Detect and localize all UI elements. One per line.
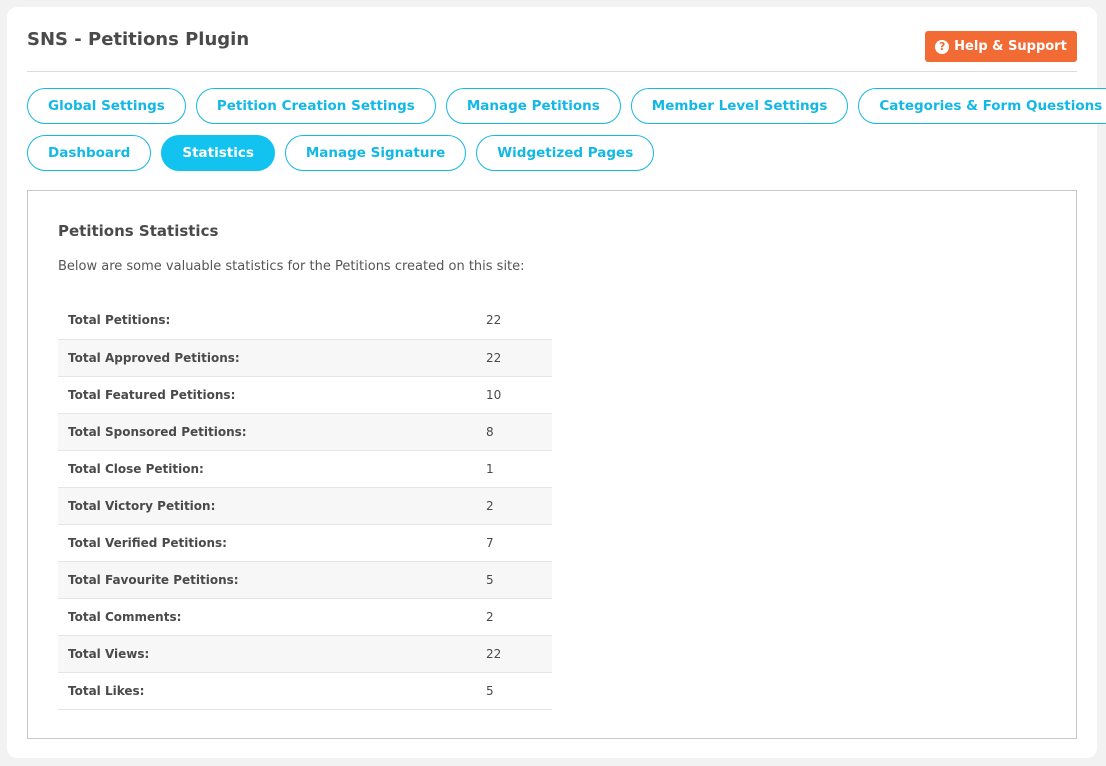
stat-row: Total Petitions: 22: [58, 302, 552, 339]
tab-petition-creation-settings[interactable]: Petition Creation Settings: [195, 88, 436, 124]
question-circle-icon: ?: [935, 39, 950, 54]
tab-categories-form-questions[interactable]: Categories & Form Questions: [858, 88, 1106, 124]
tab-row: Global Settings Petition Creation Setting…: [27, 88, 1106, 124]
stat-value: 10: [486, 387, 502, 402]
tab-row: Dashboard Statistics Manage Signature Widge…: [27, 135, 1087, 171]
help-support-label: Help & Support: [954, 39, 1067, 54]
stat-row: Total Views: 22: [58, 635, 552, 672]
stat-label: Total Featured Petitions:: [68, 387, 236, 402]
tab-manage-signature[interactable]: Manage Signature: [284, 135, 467, 171]
stat-label: Total Verified Petitions:: [68, 535, 227, 550]
stat-value: 5: [486, 572, 494, 587]
stat-row: Total Featured Petitions: 10: [58, 376, 552, 413]
stat-label: Total Sponsored Petitions:: [68, 424, 247, 439]
tab-global-settings[interactable]: Global Settings: [27, 88, 186, 124]
statistics-panel: Petitions Statistics Below are some valu…: [27, 190, 1077, 739]
tab-dashboard[interactable]: Dashboard: [27, 135, 152, 171]
stat-label: Total Comments:: [68, 609, 182, 624]
stat-label: Total Close Petition:: [68, 461, 204, 476]
stat-row: Total Likes: 5: [58, 672, 552, 709]
stat-value: 22: [486, 313, 502, 328]
stat-value: 5: [486, 683, 494, 698]
page-title: SNS - Petitions Plugin: [27, 29, 250, 50]
tab-manage-petitions[interactable]: Manage Petitions: [445, 88, 621, 124]
stat-row: Total Verified Petitions: 7: [58, 524, 552, 561]
stat-value: 1: [486, 461, 494, 476]
stat-row: Total Victory Petition: 2: [58, 487, 552, 524]
stat-value: 2: [486, 609, 494, 624]
tab-nav: Global Settings Petition Creation Setting…: [27, 88, 1106, 182]
stat-value: 22: [486, 646, 502, 661]
tab-statistics[interactable]: Statistics: [161, 135, 275, 171]
help-support-button[interactable]: ? Help & Support: [925, 31, 1077, 62]
stat-value: 8: [486, 424, 494, 439]
stat-value: 22: [486, 350, 502, 365]
stat-label: Total Approved Petitions:: [68, 350, 240, 365]
tab-widgetized-pages[interactable]: Widgetized Pages: [476, 135, 655, 171]
stat-row: Total Close Petition: 1: [58, 450, 552, 487]
stat-label: Total Favourite Petitions:: [68, 572, 239, 587]
stat-row: Total Approved Petitions: 22: [58, 339, 552, 376]
stat-row: Total Comments: 2: [58, 598, 552, 635]
stat-row: Total Sponsored Petitions: 8: [58, 413, 552, 450]
header-divider: [27, 71, 1077, 72]
stat-value: 7: [486, 535, 494, 550]
stat-row: Total Favourite Petitions: 5: [58, 561, 552, 598]
stat-label: Total Views:: [68, 646, 150, 661]
panel-title: Petitions Statistics: [58, 222, 219, 240]
stat-label: Total Likes:: [68, 683, 145, 698]
stat-label: Total Petitions:: [68, 313, 171, 328]
panel-description: Below are some valuable statistics for t…: [58, 259, 525, 274]
statistics-table: Total Petitions: 22 Total Approved Petitio…: [58, 302, 552, 710]
stat-label: Total Victory Petition:: [68, 498, 216, 513]
tab-member-level-settings[interactable]: Member Level Settings: [630, 88, 849, 124]
stat-value: 2: [486, 498, 494, 513]
